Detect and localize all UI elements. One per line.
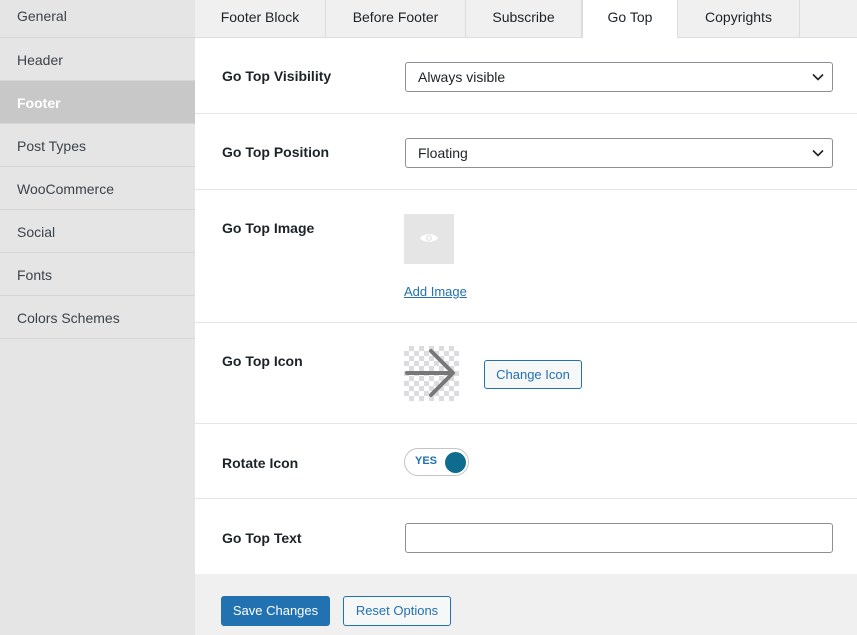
go-top-icon-label: Go Top Icon xyxy=(222,353,303,369)
tab-copyrights[interactable]: Copyrights xyxy=(678,0,800,37)
sidebar-item-fonts[interactable]: Fonts xyxy=(0,253,195,296)
tab-footer-block[interactable]: Footer Block xyxy=(195,0,326,37)
rotate-icon-label: Rotate Icon xyxy=(222,455,299,471)
row-go-top-image: Go Top Image Add Image xyxy=(195,190,857,323)
row-rotate-icon: Rotate Icon YES xyxy=(195,424,857,499)
row-go-top-icon: Go Top Icon Change Icon xyxy=(195,323,857,424)
icon-preview xyxy=(404,346,459,401)
tab-subscribe[interactable]: Subscribe xyxy=(466,0,582,37)
go-top-visibility-value: Always visible xyxy=(418,69,506,85)
change-icon-button[interactable]: Change Icon xyxy=(484,360,582,389)
sidebar-item-woocommerce[interactable]: WooCommerce xyxy=(0,167,195,210)
sidebar-item-social[interactable]: Social xyxy=(0,210,195,253)
rotate-icon-toggle[interactable]: YES xyxy=(404,448,469,476)
chevron-down-icon xyxy=(812,73,824,81)
settings-main: Footer Block Before Footer Subscribe Go … xyxy=(195,0,857,635)
actions-bar: Save Changes Reset Options xyxy=(195,574,857,635)
row-go-top-text: Go Top Text xyxy=(195,499,857,574)
go-top-image-label: Go Top Image xyxy=(222,220,315,236)
sidebar-item-header[interactable]: Header xyxy=(0,38,195,81)
go-top-position-value: Floating xyxy=(418,145,468,161)
tab-go-top[interactable]: Go Top xyxy=(582,0,678,38)
toggle-state-text: YES xyxy=(415,455,438,467)
arrow-right-icon xyxy=(405,349,455,397)
toggle-knob xyxy=(445,452,466,473)
go-top-position-select[interactable]: Floating xyxy=(405,138,833,168)
add-image-link[interactable]: Add Image xyxy=(404,284,467,299)
sidebar-item-general[interactable]: General xyxy=(0,0,195,38)
row-go-top-position: Go Top Position Floating xyxy=(195,114,857,190)
go-top-text-label: Go Top Text xyxy=(222,530,302,546)
go-top-text-input[interactable] xyxy=(405,523,833,553)
go-top-panel: Go Top Visibility Always visible Go Top … xyxy=(195,38,857,574)
sidebar-item-footer[interactable]: Footer xyxy=(0,81,195,124)
eye-icon xyxy=(420,234,438,242)
go-top-visibility-select[interactable]: Always visible xyxy=(405,62,833,92)
tab-before-footer[interactable]: Before Footer xyxy=(326,0,466,37)
go-top-visibility-label: Go Top Visibility xyxy=(222,68,332,84)
image-placeholder xyxy=(404,214,454,264)
sidebar-item-post-types[interactable]: Post Types xyxy=(0,124,195,167)
chevron-down-icon xyxy=(812,149,824,157)
row-go-top-visibility: Go Top Visibility Always visible xyxy=(195,38,857,114)
reset-options-button[interactable]: Reset Options xyxy=(343,596,451,626)
sidebar-item-colors-schemes[interactable]: Colors Schemes xyxy=(0,296,195,339)
save-changes-button[interactable]: Save Changes xyxy=(221,596,330,626)
go-top-position-label: Go Top Position xyxy=(222,144,330,160)
settings-sidebar: General Header Footer Post Types WooComm… xyxy=(0,0,195,635)
tab-bar: Footer Block Before Footer Subscribe Go … xyxy=(195,0,857,38)
